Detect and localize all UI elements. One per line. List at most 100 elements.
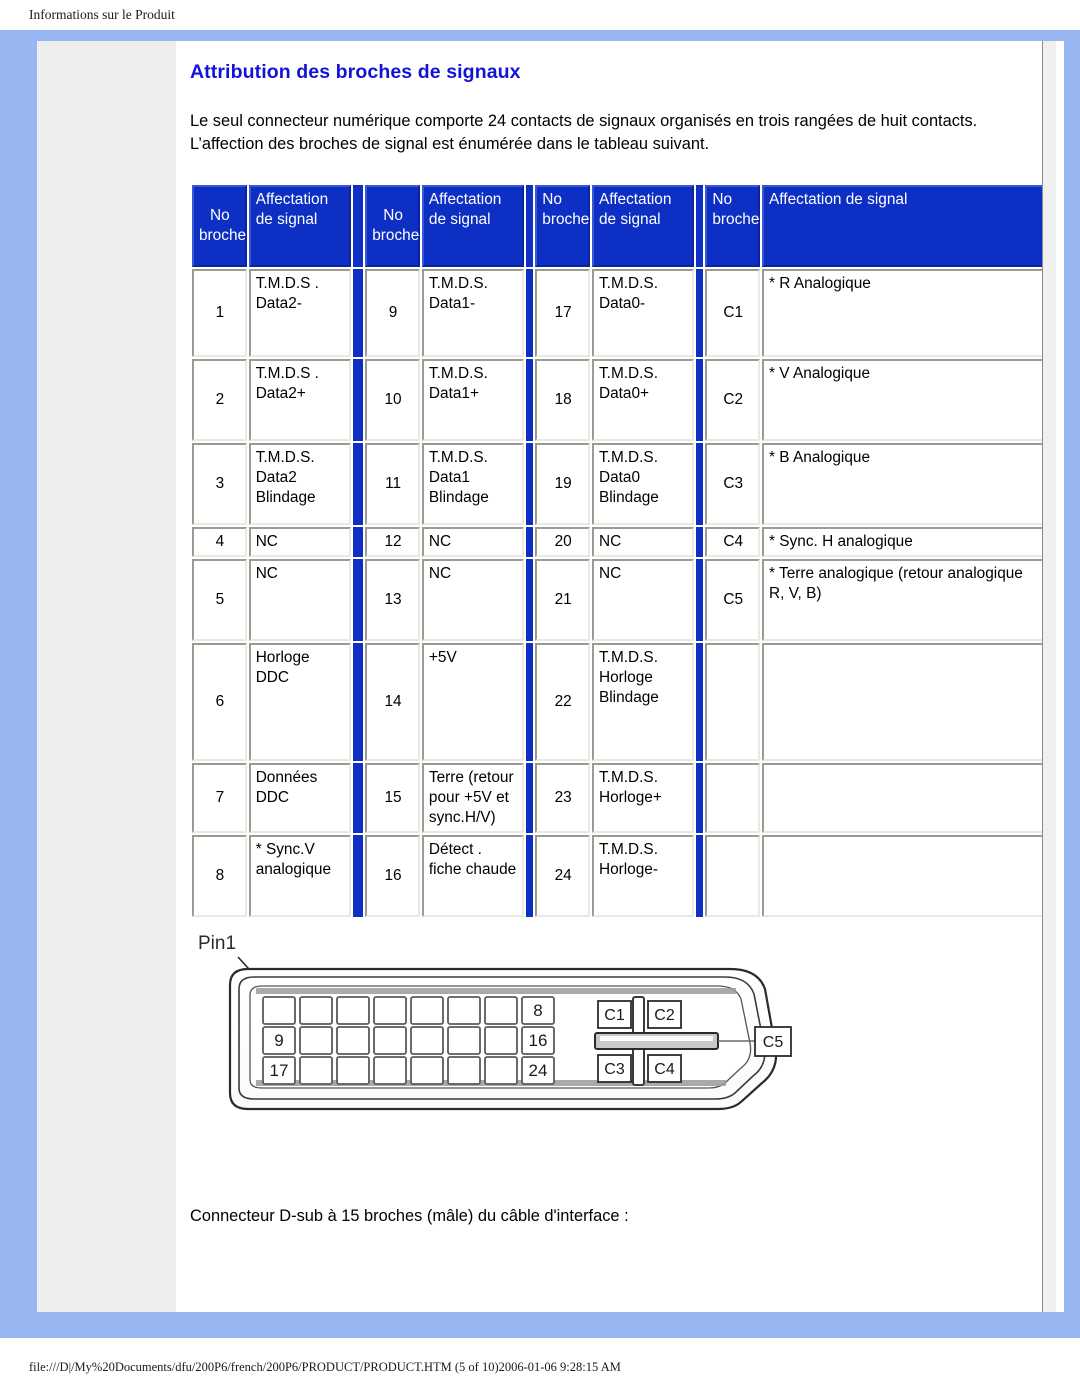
pin-no: 24 [535,834,590,917]
pin-no: 18 [535,358,590,441]
table-row: 8 * Sync.V analogique 16 Détect . fiche … [192,834,1044,917]
pin-signal: NC [591,558,694,641]
pin-socket [336,1025,370,1055]
pin-no: 1 [192,268,247,357]
column-spacer-2 [525,358,534,441]
pin-signal: T.M.D.S. Horloge- [591,834,694,917]
pin-no [705,762,761,833]
pin-socket [484,1025,518,1055]
column-spacer-1 [352,642,364,761]
pin-signal: Données DDC [248,762,351,833]
header-sig-3: Affectation de signal [591,184,694,267]
pin-no: 23 [535,762,590,833]
column-spacer-3 [695,268,704,357]
pin-signal [762,642,1044,761]
column-spacer-1 [352,184,364,267]
cavity-top-hatch [256,987,736,994]
pin-label-bottom: 24 [529,1061,548,1080]
pin-no: 3 [192,442,247,525]
column-spacer-1 [352,442,364,525]
pin-socket [410,1055,444,1085]
pin-socket [373,1055,407,1085]
table-row: 4 NC 12 NC 20 NC C4 * Sync. H analogique [192,526,1044,557]
pin-socket [336,1055,370,1085]
pin-signal [762,762,1044,833]
pin-socket [262,995,296,1025]
main-content: Attribution des broches de signaux Le se… [176,41,1064,1312]
column-spacer-3 [695,184,704,267]
pin-socket [299,1055,333,1085]
pin-no: 10 [365,358,420,441]
pin-socket [336,995,370,1025]
pin-label-17: 17 [270,1061,289,1080]
column-spacer-3 [695,558,704,641]
column-spacer-2 [525,268,534,357]
pin-socket [373,1025,407,1055]
pin-signal: Terre (retour pour +5V et sync.H/V) [421,762,524,833]
header-no-3: No broche [535,184,590,267]
pin-no: 20 [535,526,590,557]
header-no-1: No broche. [192,184,250,267]
page-scrollbar[interactable] [1042,41,1058,1312]
header-no-2: No broche [365,184,420,267]
c5-blade-highlight [600,1035,713,1041]
pin-signal: Horloge DDC [248,642,351,761]
pin-assignment-table: No broche. Affectation de signal No broc… [190,182,1046,919]
pin-no: 4 [192,526,247,557]
column-spacer-1 [352,762,364,833]
pin-no: 21 [535,558,590,641]
pin-signal: T.M.D.S. Horloge+ [591,762,694,833]
pin-no: C2 [705,358,761,441]
pin-socket [447,1055,481,1085]
pin-signal: T.M.D.S. Data0 Blindage [591,442,694,525]
pin-no: 11 [365,442,420,525]
pin-signal: T.M.D.S. Horloge Blindage [591,642,694,761]
pin-no: 7 [192,762,247,833]
column-spacer-3 [695,762,704,833]
column-spacer-2 [525,558,534,641]
pin-signal: NC [248,526,351,557]
sidebar-placeholder [37,41,176,1312]
pin-socket [447,995,481,1025]
c3-label: C3 [604,1061,625,1078]
dvi-connector-svg: 8 16 24 9 17 C1 C2 C3 C4 C5 [228,956,792,1110]
header-sig-2: Affectation de signal [421,184,524,267]
table-row: 2 T.M.D.S . Data2+ 10 T.M.D.S. Data1+ 18… [192,358,1044,441]
column-spacer-1 [352,558,364,641]
pin-no [705,834,761,917]
column-spacer-2 [525,526,534,557]
pin-signal: T.M.D.S . Data2- [248,268,351,357]
pin-socket [410,995,444,1025]
pin-socket [484,995,518,1025]
pin-no: 19 [535,442,590,525]
pin-no: 12 [365,526,420,557]
c4-label: C4 [654,1061,675,1078]
pin-signal [762,834,1044,917]
pin-signal: * Terre analogique (retour analogique R,… [762,558,1044,641]
pin-signal: * Sync. H analogique [762,526,1044,557]
pin-signal: T.M.D.S. Data1- [421,268,524,357]
pin-signal: T.M.D.S. Data0+ [591,358,694,441]
footer-path: file:///D|/My%20Documents/dfu/200P6/fren… [29,1360,621,1374]
pin-signal: NC [248,558,351,641]
column-spacer-3 [695,834,704,917]
column-spacer-2 [525,184,534,267]
pin-label-9: 9 [274,1031,283,1050]
pin-no: C4 [705,526,761,557]
pin-signal: * R Analogique [762,268,1044,357]
pin-signal: * Sync.V analogique [248,834,351,917]
table-row: 7 Données DDC 15 Terre (retour pour +5V … [192,762,1044,833]
pin-signal: * V Analogique [762,358,1044,441]
pin-signal: * B Analogique [762,442,1044,525]
pin-no: C5 [705,558,761,641]
pin-socket [299,1025,333,1055]
pin-signal: Détect . fiche chaude [421,834,524,917]
column-spacer-1 [352,526,364,557]
pin-no: 2 [192,358,247,441]
table-header-row: No broche. Affectation de signal No broc… [192,184,1044,267]
pin-no: 15 [365,762,420,833]
column-spacer-2 [525,642,534,761]
column-spacer-3 [695,442,704,525]
pin-socket [373,995,407,1025]
pin-no: 14 [365,642,420,761]
